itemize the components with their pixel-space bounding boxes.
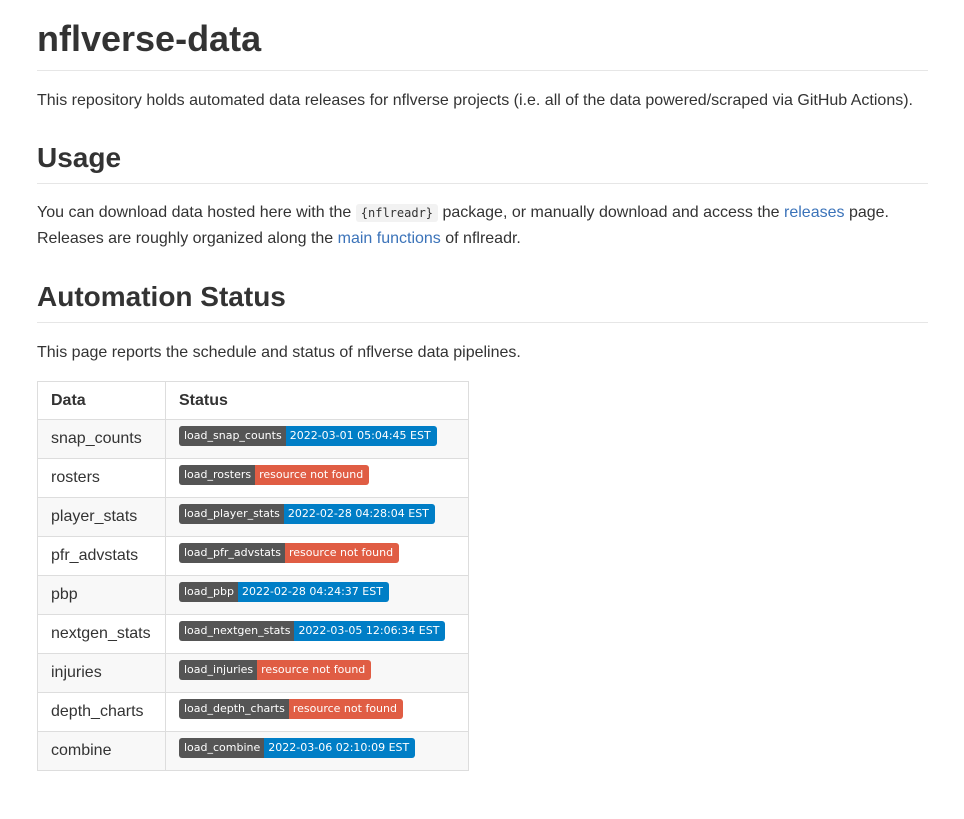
status-badge[interactable]: load_combine 2022-03-06 02:10:09 EST: [179, 738, 416, 758]
badge-message: 2022-03-01 05:04:45 EST: [285, 426, 437, 446]
data-cell: pfr_advstats: [37, 536, 166, 576]
status-badge[interactable]: load_player_stats 2022-02-28 04:28:04 EST: [179, 504, 435, 524]
status-table-body: snap_counts load_snap_counts 2022-03-01 05…: [37, 419, 469, 771]
badge-message: resource not found: [257, 660, 372, 680]
usage-divider: [37, 183, 928, 184]
status-badge[interactable]: load_pbp 2022-02-28 04:24:37 EST: [179, 582, 389, 602]
badge-label: load_injuries: [179, 660, 258, 680]
badge-label: load_nextgen_stats: [179, 621, 295, 641]
readme-content: nflverse-data This repository holds auto…: [37, 0, 928, 771]
badge-message: resource not found: [284, 543, 400, 563]
badge-label: load_player_stats: [179, 504, 284, 524]
status-table: Data Status snap_counts load_snap_counts 2…: [37, 381, 469, 771]
data-cell: pbp: [37, 575, 166, 615]
badge-label: load_rosters: [179, 465, 256, 485]
data-cell: depth_charts: [37, 692, 166, 732]
main-functions-link[interactable]: main functions: [338, 230, 441, 247]
intro-paragraph: This repository holds automated data rel…: [37, 92, 913, 109]
table-row: nextgen_stats load_nextgen_stats 2022-03-0…: [37, 614, 469, 654]
status-cell: load_rosters resource not found: [165, 458, 469, 498]
status-cell: load_pfr_advstats resource not found: [165, 536, 469, 576]
status-cell: load_nextgen_stats 2022-03-05 12:06:34 ES…: [165, 614, 469, 654]
data-cell: combine: [37, 731, 166, 771]
status-badge[interactable]: load_rosters resource not found: [179, 465, 370, 485]
status-cell: load_injuries resource not found: [165, 653, 469, 693]
badge-label: load_pbp: [179, 582, 238, 602]
data-cell: snap_counts: [37, 419, 166, 459]
badge-label: load_snap_counts: [179, 426, 286, 446]
badge-message: 2022-02-28 04:24:37 EST: [237, 582, 389, 602]
status-badge[interactable]: load_nextgen_stats 2022-03-05 12:06:34 ES…: [179, 621, 446, 641]
status-cell: load_combine 2022-03-06 02:10:09 EST: [165, 731, 469, 771]
status-cell: load_snap_counts 2022-03-01 05:04:45 EST: [165, 419, 469, 459]
table-row: combine load_combine 2022-03-06 02:10:09 E…: [37, 731, 469, 771]
badge-message: resource not found: [255, 465, 370, 485]
table-row: player_stats load_player_stats 2022-02-28 …: [37, 497, 469, 537]
status-badge[interactable]: load_pfr_advstats resource not found: [179, 543, 400, 563]
usage-text-4: of nflreadr.: [440, 230, 521, 247]
usage-text-2: package, or manually download and access…: [438, 204, 785, 221]
badge-message: 2022-03-06 02:10:09 EST: [264, 738, 416, 758]
table-row: pfr_advstats load_pfr_advstats resource no…: [37, 536, 469, 576]
table-row: rosters load_rosters resource not found: [37, 458, 469, 498]
badge-message: 2022-03-05 12:06:34 EST: [294, 621, 446, 641]
title-divider: [37, 70, 928, 71]
badge-label: load_depth_charts: [179, 699, 289, 719]
status-badge[interactable]: load_depth_charts resource not found: [179, 699, 403, 719]
badge-message: 2022-02-28 04:28:04 EST: [283, 504, 435, 524]
badge-label: load_pfr_advstats: [179, 543, 285, 563]
package-code: {nflreadr}: [355, 204, 439, 222]
data-cell: rosters: [37, 458, 166, 498]
badge-message: resource not found: [288, 699, 403, 719]
status-badge[interactable]: load_injuries resource not found: [179, 660, 372, 680]
table-row: pbp load_pbp 2022-02-28 04:24:37 EST: [37, 575, 469, 615]
automation-status-heading: Automation Status: [37, 281, 286, 312]
data-cell: nextgen_stats: [37, 614, 166, 654]
table-row: depth_charts load_depth_charts resource no…: [37, 692, 469, 732]
data-cell: player_stats: [37, 497, 166, 537]
table-row: snap_counts load_snap_counts 2022-03-01 05…: [37, 419, 469, 459]
page-title: nflverse-data: [37, 18, 262, 59]
automation-divider: [37, 322, 928, 323]
header-status: Status: [165, 381, 469, 420]
status-cell: load_player_stats 2022-02-28 04:28:04 EST: [165, 497, 469, 537]
table-row: injuries load_injuries resource not found: [37, 653, 469, 693]
header-data: Data: [37, 381, 166, 420]
data-cell: injuries: [37, 653, 166, 693]
status-cell: load_depth_charts resource not found: [165, 692, 469, 732]
status-badge[interactable]: load_snap_counts 2022-03-01 05:04:45 EST: [179, 426, 437, 446]
table-header-row: Data Status: [37, 381, 469, 420]
usage-paragraph: You can download data hosted here with t…: [37, 200, 928, 251]
usage-heading: Usage: [37, 142, 122, 173]
automation-paragraph: This page reports the schedule and statu…: [37, 344, 521, 361]
badge-label: load_combine: [179, 738, 265, 758]
usage-text-1: You can download data hosted here with t…: [37, 204, 356, 221]
status-cell: load_pbp 2022-02-28 04:24:37 EST: [165, 575, 469, 615]
releases-link[interactable]: releases: [784, 204, 844, 221]
